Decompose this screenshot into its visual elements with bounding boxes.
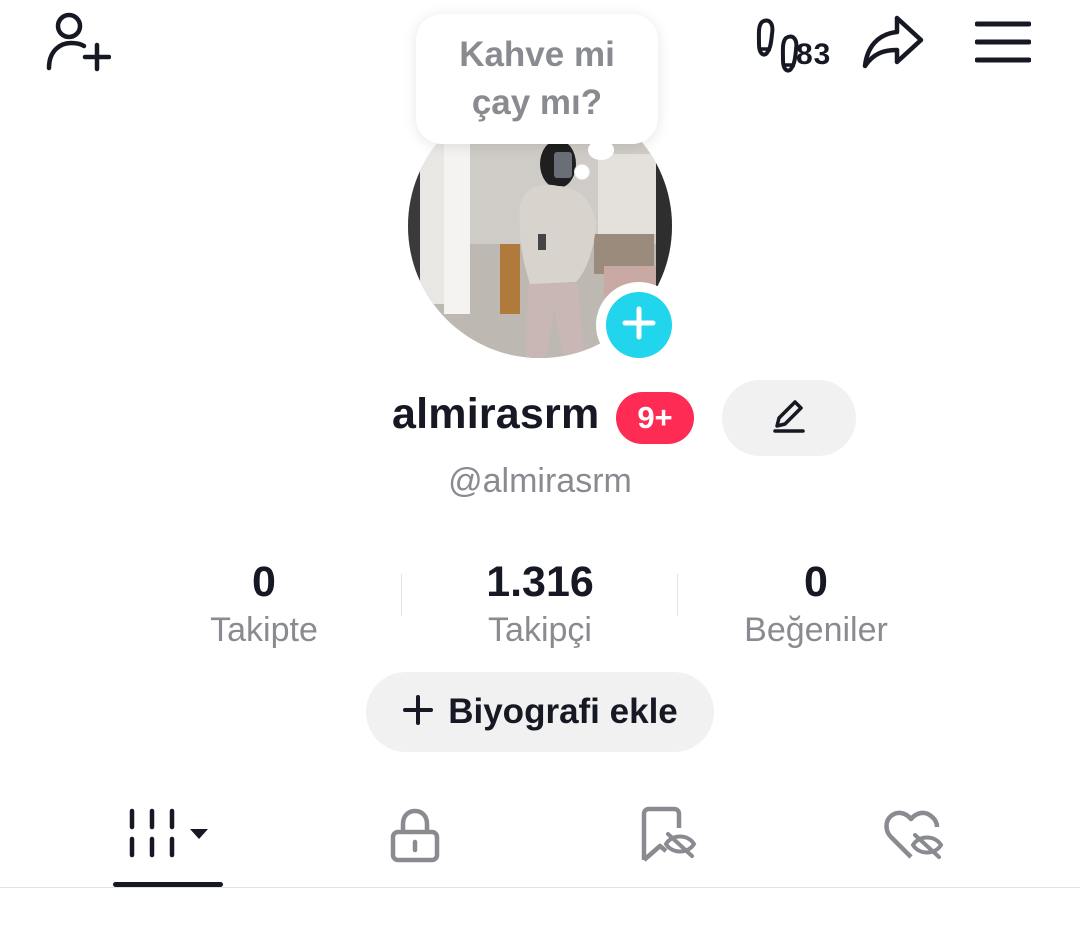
video-grid-icon	[126, 807, 210, 868]
add-friend-button[interactable]	[38, 10, 114, 78]
share-profile-button[interactable]	[856, 10, 930, 78]
note-text-line1: Kahve mi	[459, 35, 615, 74]
following-label: Takipte	[210, 611, 318, 649]
tab-saved[interactable]	[610, 794, 726, 880]
tab-liked[interactable]	[856, 794, 972, 880]
note-bubble-dot	[574, 164, 590, 180]
plus-icon	[621, 305, 657, 346]
lock-icon	[389, 806, 441, 869]
stat-followers[interactable]: 1.316 Takipçi	[410, 556, 670, 652]
menu-button[interactable]	[970, 12, 1036, 76]
stat-divider	[401, 574, 402, 616]
heart-hidden-icon	[883, 807, 945, 868]
edit-profile-button[interactable]	[722, 380, 856, 456]
tab-bar-divider	[0, 887, 1080, 888]
profile-views-count: 83	[796, 38, 832, 71]
followers-label: Takipçi	[488, 611, 592, 649]
followers-count: 1.316	[486, 558, 594, 606]
notification-badge[interactable]: 9+	[616, 392, 694, 444]
pencil-icon	[769, 396, 809, 441]
stat-following[interactable]: 0 Takipte	[134, 556, 394, 652]
add-bio-label: Biyografi ekle	[448, 692, 678, 731]
tab-videos[interactable]	[110, 794, 226, 880]
stat-likes[interactable]: 0 Beğeniler	[686, 556, 946, 652]
profile-views-button[interactable]: 83	[752, 10, 844, 78]
display-name: almirasrm	[392, 390, 600, 438]
note-text-line2: çay mı?	[471, 83, 603, 122]
tab-private[interactable]	[360, 794, 470, 880]
person-plus-icon	[41, 10, 112, 79]
footprints-icon	[756, 16, 800, 81]
add-story-button[interactable]	[596, 282, 682, 368]
username-handle: @almirasrm	[448, 462, 632, 500]
hamburger-menu-icon	[974, 20, 1032, 69]
likes-count: 0	[804, 558, 828, 606]
plus-icon	[402, 694, 434, 731]
following-count: 0	[252, 558, 276, 606]
profile-note-bubble[interactable]: Kahve mi çay mı?	[416, 14, 658, 144]
add-story-circle	[606, 292, 672, 358]
share-arrow-icon	[861, 12, 925, 77]
bookmark-hidden-icon	[638, 806, 698, 869]
likes-label: Beğeniler	[744, 611, 888, 649]
note-bubble-tail	[588, 140, 614, 160]
stat-divider	[677, 574, 678, 616]
add-bio-button[interactable]: Biyografi ekle	[366, 672, 714, 752]
